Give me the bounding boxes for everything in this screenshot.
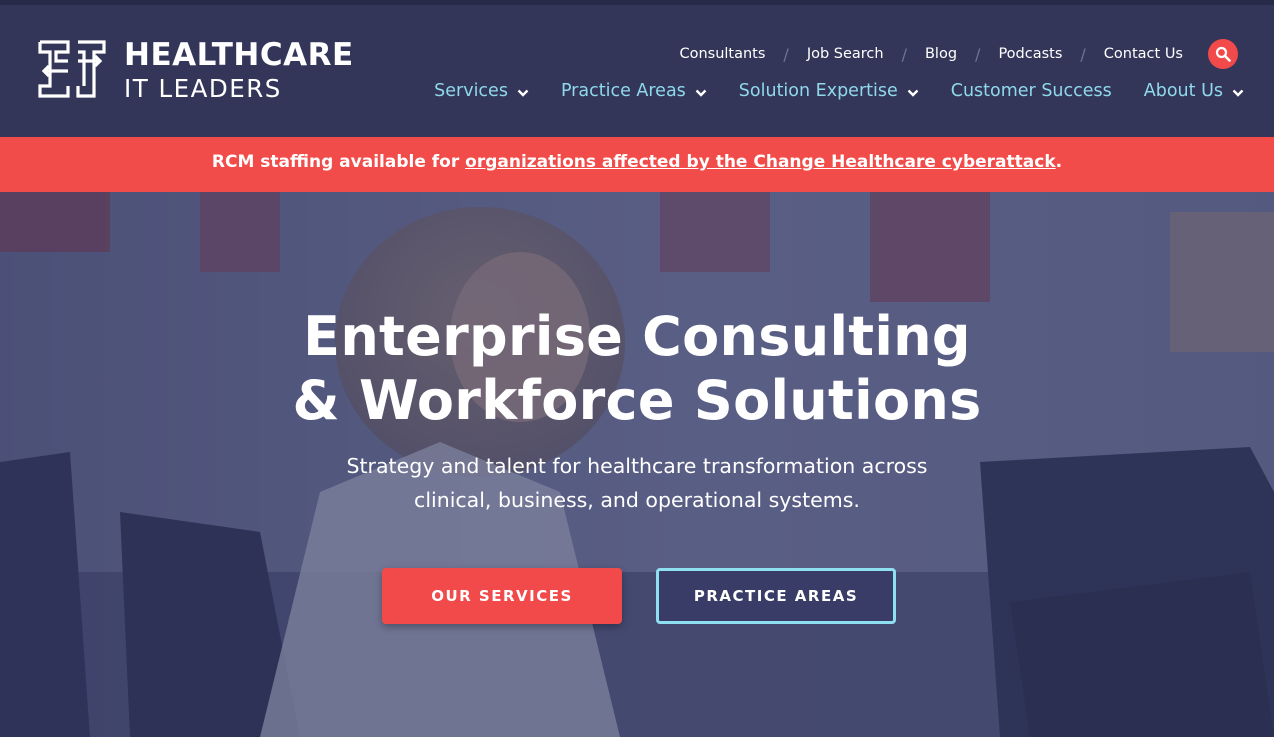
nav-item-solution-expertise[interactable]: Solution Expertise xyxy=(739,81,919,101)
nav-item-customer-success[interactable]: Customer Success xyxy=(951,81,1112,101)
nav-separator: / xyxy=(783,44,789,64)
chevron-down-icon xyxy=(695,89,707,97)
hero-title-line-2: & Workforce Solutions xyxy=(292,369,982,432)
nav-item-label: Services xyxy=(434,81,508,101)
chevron-down-icon xyxy=(1232,89,1244,97)
nav-item-label: Solution Expertise xyxy=(738,81,898,101)
logo-wordmark: HEALTHCARE IT LEADERS xyxy=(124,40,354,102)
practice-areas-button[interactable]: PRACTICE AREAS xyxy=(656,568,896,624)
logo-line-1: HEALTHCARE xyxy=(124,37,354,74)
nav-item-label: Customer Success xyxy=(950,81,1112,101)
hero-subtitle: Strategy and talent for healthcare trans… xyxy=(0,449,1274,517)
nav-separator: / xyxy=(975,44,981,64)
hero-subtitle-line-2: clinical, business, and operational syst… xyxy=(414,488,860,512)
nav-item-label: Practice Areas xyxy=(560,81,686,101)
main-nav: Services Practice Areas Solution Experti… xyxy=(434,81,1244,101)
site-logo[interactable]: HEALTHCARE IT LEADERS xyxy=(38,39,354,103)
alert-suffix: . xyxy=(1055,152,1063,172)
hero-section: Enterprise Consulting & Workforce Soluti… xyxy=(0,192,1274,737)
nav-item-label: About Us xyxy=(1143,81,1223,101)
utility-nav: Consultants / Job Search / Blog / Podcas… xyxy=(679,39,1238,69)
utility-link-contact-us[interactable]: Contact Us xyxy=(1104,46,1183,62)
hero-title-line-1: Enterprise Consulting xyxy=(303,305,971,368)
chevron-down-icon xyxy=(907,89,919,97)
site-header: HEALTHCARE IT LEADERS Consultants / Job … xyxy=(0,0,1274,137)
our-services-button[interactable]: OUR SERVICES xyxy=(382,568,622,624)
hero-subtitle-line-1: Strategy and talent for healthcare trans… xyxy=(346,454,928,478)
utility-link-consultants[interactable]: Consultants xyxy=(679,46,765,62)
utility-link-job-search[interactable]: Job Search xyxy=(807,46,884,62)
search-button[interactable] xyxy=(1208,39,1238,69)
utility-link-podcasts[interactable]: Podcasts xyxy=(998,46,1062,62)
nav-item-services[interactable]: Services xyxy=(434,81,529,101)
utility-link-blog[interactable]: Blog xyxy=(925,46,957,62)
nav-item-about-us[interactable]: About Us xyxy=(1144,81,1244,101)
search-icon xyxy=(1215,46,1231,62)
logo-line-2: IT LEADERS xyxy=(124,74,282,104)
alert-text: RCM staffing available for xyxy=(211,152,466,172)
alert-banner: RCM staffing available for organizations… xyxy=(0,137,1274,192)
logo-mark-icon xyxy=(38,40,106,98)
alert-link[interactable]: organizations affected by the Change Hea… xyxy=(465,152,1055,172)
nav-separator: / xyxy=(901,44,907,64)
hero-title: Enterprise Consulting & Workforce Soluti… xyxy=(0,305,1274,433)
nav-item-practice-areas[interactable]: Practice Areas xyxy=(561,81,707,101)
chevron-down-icon xyxy=(517,89,529,97)
nav-separator: / xyxy=(1080,44,1086,64)
